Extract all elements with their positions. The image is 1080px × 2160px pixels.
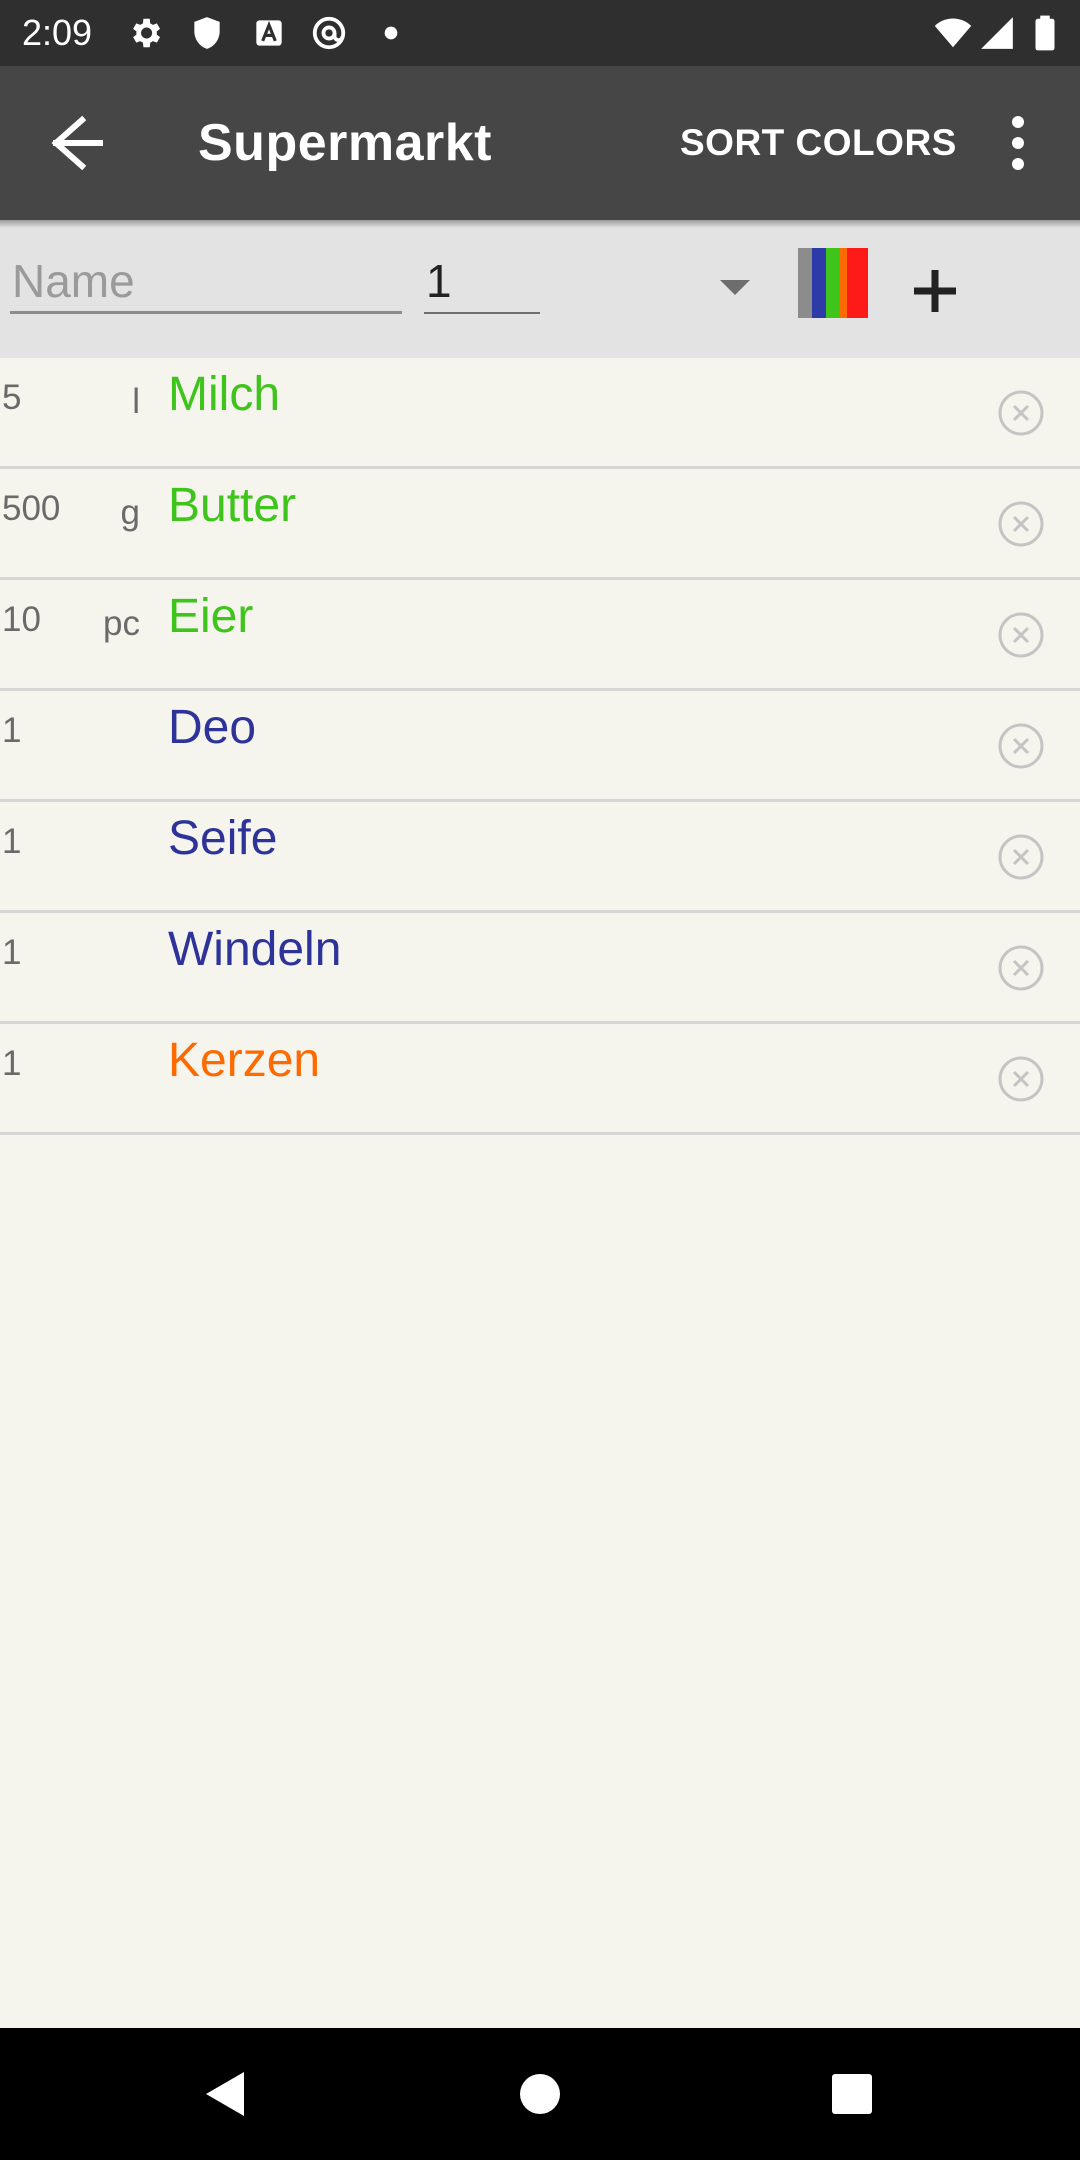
wifi-icon	[934, 18, 972, 48]
home-circle-icon[interactable]	[504, 2058, 576, 2130]
item-quantity: 5	[2, 378, 22, 417]
battery-icon	[1035, 15, 1055, 51]
color-stripe	[847, 248, 868, 318]
dropdown-arrow-icon	[720, 280, 750, 295]
recents-square-icon[interactable]	[816, 2058, 888, 2130]
list-item[interactable]: 1 Seife	[0, 802, 1080, 913]
item-quantity: 10	[2, 600, 41, 639]
list-item[interactable]: 500 g Butter	[0, 469, 1080, 580]
a-icon	[256, 20, 282, 46]
back-button[interactable]	[34, 110, 120, 176]
app-bar-shadow	[0, 220, 1080, 228]
app-bar: Supermarkt SORT COLORS	[0, 66, 1080, 220]
item-unit: l	[132, 382, 140, 421]
quantity-input[interactable]	[424, 250, 540, 314]
item-quantity: 1	[2, 1044, 22, 1083]
color-stripe	[840, 248, 847, 318]
status-time: 2:09	[22, 12, 93, 53]
list-item[interactable]: 10 pc Eier	[0, 580, 1080, 691]
signal-icon	[981, 17, 1013, 49]
color-stripe	[826, 248, 840, 318]
item-name: Deo	[168, 701, 257, 754]
unit-dropdown[interactable]	[560, 254, 760, 324]
item-quantity: 1	[2, 822, 22, 861]
name-input[interactable]	[10, 250, 402, 314]
add-item-button[interactable]	[900, 256, 970, 326]
item-name: Kerzen	[168, 1034, 321, 1087]
item-unit: g	[120, 493, 140, 532]
item-name: Seife	[168, 812, 278, 865]
screen: 2:09 Supermarkt SORT COLORS Name 1 5 l M…	[0, 0, 1080, 2160]
add-item-row	[0, 220, 1080, 358]
settings-icon	[133, 18, 161, 48]
page-title: Supermarkt	[198, 114, 492, 172]
list-item[interactable]: 1 Windeln	[0, 913, 1080, 1024]
remove-item-icon[interactable]	[996, 721, 1046, 771]
sort-colors-button[interactable]: SORT COLORS	[660, 114, 977, 172]
item-name: Windeln	[168, 923, 342, 976]
color-picker-button[interactable]	[798, 248, 868, 318]
remove-item-icon[interactable]	[996, 1054, 1046, 1104]
item-quantity: 1	[2, 711, 22, 750]
item-unit: pc	[103, 604, 140, 643]
shield-icon	[194, 17, 220, 49]
at-icon	[312, 16, 346, 50]
color-stripe	[798, 248, 812, 318]
remove-item-icon[interactable]	[996, 499, 1046, 549]
item-name: Butter	[168, 479, 297, 532]
item-name: Milch	[168, 368, 281, 421]
shopping-list: 5 l Milch 500 g Butter 10 pc Eier 1 Deo …	[0, 358, 1080, 1135]
dot-icon	[384, 26, 398, 40]
plus-icon	[914, 270, 956, 312]
item-quantity: 1	[2, 933, 22, 972]
item-quantity: 500	[2, 489, 61, 528]
list-item[interactable]: 1 Kerzen	[0, 1024, 1080, 1135]
list-item[interactable]: 5 l Milch	[0, 358, 1080, 469]
more-vert-icon	[1012, 116, 1024, 170]
overflow-menu-button[interactable]	[990, 110, 1046, 176]
remove-item-icon[interactable]	[996, 610, 1046, 660]
item-name: Eier	[168, 590, 254, 643]
remove-item-icon[interactable]	[996, 832, 1046, 882]
remove-item-icon[interactable]	[996, 943, 1046, 993]
status-bar: 2:09	[0, 0, 1080, 66]
back-triangle-icon[interactable]	[190, 2058, 262, 2130]
arrow-left-icon	[51, 115, 103, 171]
navigation-bar	[0, 2028, 1080, 2160]
color-stripe	[812, 248, 826, 318]
list-item[interactable]: 1 Deo	[0, 691, 1080, 802]
remove-item-icon[interactable]	[996, 388, 1046, 438]
